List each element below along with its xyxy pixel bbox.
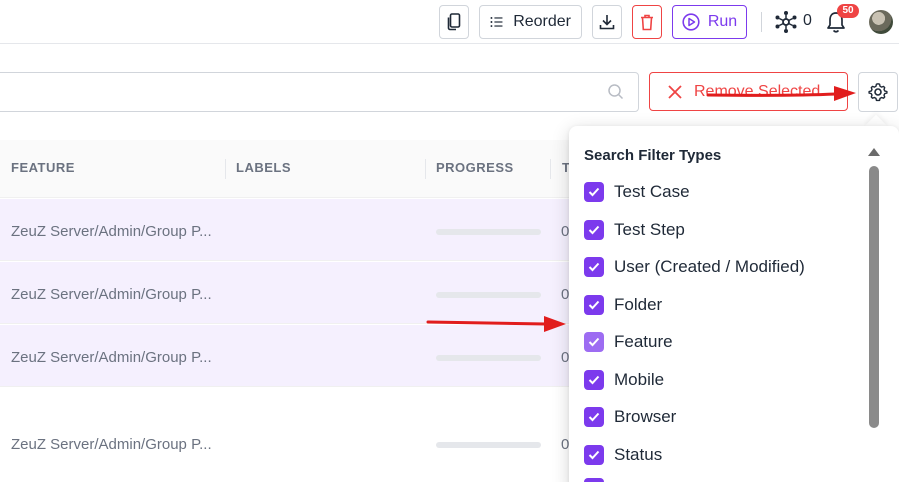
nodes-icon[interactable] <box>774 10 798 34</box>
checkbox[interactable] <box>584 332 604 352</box>
progress-bar <box>436 442 541 448</box>
reorder-label: Reorder <box>513 13 571 30</box>
checkbox[interactable] <box>584 220 604 240</box>
filter-option-label: Status <box>614 445 663 464</box>
check-icon <box>588 450 600 460</box>
filter-option-status[interactable]: Status <box>584 443 662 467</box>
feature-cell: ZeuZ Server/Admin/Group P... <box>11 436 212 453</box>
top-toolbar: Reorder Run 0 50 <box>0 0 899 44</box>
table-header: FEATURE LABELS PROGRESS T <box>0 140 620 198</box>
search-input[interactable] <box>0 72 639 112</box>
progress-bar <box>436 355 541 361</box>
checkbox[interactable] <box>584 295 604 315</box>
check-icon <box>588 187 600 197</box>
filter-option-label: Feature <box>614 332 673 351</box>
check-icon <box>588 375 600 385</box>
copy-button[interactable] <box>439 5 469 39</box>
download-button[interactable] <box>592 5 622 39</box>
delete-button[interactable] <box>632 5 662 39</box>
table-row[interactable]: ZeuZ Server/Admin/Group P... 0 <box>0 199 620 261</box>
filter-option-label: User (Created / Modified) <box>614 257 805 276</box>
table-row[interactable]: ZeuZ Server/Admin/Group P... 0 <box>0 262 620 324</box>
filter-option-test-case[interactable]: Test Case <box>584 180 690 204</box>
checkbox[interactable] <box>584 257 604 277</box>
dropdown-title: Search Filter Types <box>584 147 722 164</box>
remove-selected-button[interactable]: Remove Selected <box>649 72 848 111</box>
check-icon <box>588 300 600 310</box>
checkbox[interactable] <box>584 370 604 390</box>
run-button[interactable]: Run <box>672 5 747 39</box>
scroll-up-arrow[interactable] <box>868 148 880 156</box>
check-icon <box>588 412 600 422</box>
notification-badge: 50 <box>837 4 859 18</box>
progress-bar <box>436 229 541 235</box>
filter-option-mobile[interactable]: Mobile <box>584 368 664 392</box>
trash-icon <box>641 14 653 30</box>
column-header-feature[interactable]: FEATURE <box>11 160 75 175</box>
filter-option-label: Browser <box>614 407 677 426</box>
table-row[interactable]: ZeuZ Server/Admin/Group P... 0 <box>0 325 620 387</box>
filter-option-label: Mobile <box>614 370 665 389</box>
filter-option-feature[interactable]: Feature <box>584 330 673 354</box>
column-header-progress[interactable]: PROGRESS <box>436 160 514 175</box>
checkbox[interactable] <box>584 182 604 202</box>
checkbox[interactable] <box>584 445 604 465</box>
feature-cell: ZeuZ Server/Admin/Group P... <box>11 349 212 366</box>
check-icon <box>588 262 600 272</box>
filter-option-folder[interactable]: Folder <box>584 293 662 317</box>
feature-cell: ZeuZ Server/Admin/Group P... <box>11 286 212 303</box>
copy-icon <box>447 13 461 31</box>
filter-settings-button[interactable] <box>858 72 898 112</box>
download-icon <box>599 15 615 30</box>
filter-option-label: Folder <box>614 295 663 314</box>
list-icon <box>490 17 503 27</box>
table-row[interactable]: ZeuZ Server/Admin/Group P... 0 <box>0 388 620 482</box>
feature-cell: ZeuZ Server/Admin/Group P... <box>11 223 212 240</box>
column-divider <box>425 159 426 179</box>
close-icon <box>668 84 682 99</box>
checkbox[interactable] <box>584 478 604 482</box>
run-label: Run <box>707 13 738 30</box>
filter-option-test-step[interactable]: Test Step <box>584 218 685 242</box>
filter-option-browser[interactable]: Browser <box>584 405 676 429</box>
gear-icon <box>868 83 888 102</box>
reorder-button[interactable]: Reorder <box>479 5 582 39</box>
column-header-labels[interactable]: LABELS <box>236 160 291 175</box>
checkbox[interactable] <box>584 407 604 427</box>
filter-option-label: Test Step <box>614 220 685 239</box>
scrollbar-thumb[interactable] <box>869 166 879 428</box>
column-divider <box>550 159 551 179</box>
check-icon <box>588 225 600 235</box>
nodes-count: 0 <box>803 12 812 29</box>
check-icon <box>588 337 600 347</box>
avatar[interactable] <box>869 10 893 34</box>
column-divider <box>225 159 226 179</box>
progress-bar <box>436 292 541 298</box>
search-icon <box>608 84 624 100</box>
toolbar-divider <box>761 12 762 32</box>
filter-option-label: Test Case <box>614 182 690 201</box>
play-circle-icon <box>682 13 700 31</box>
filter-option-user[interactable]: User (Created / Modified) <box>584 255 805 279</box>
remove-selected-label: Remove Selected <box>694 82 821 100</box>
